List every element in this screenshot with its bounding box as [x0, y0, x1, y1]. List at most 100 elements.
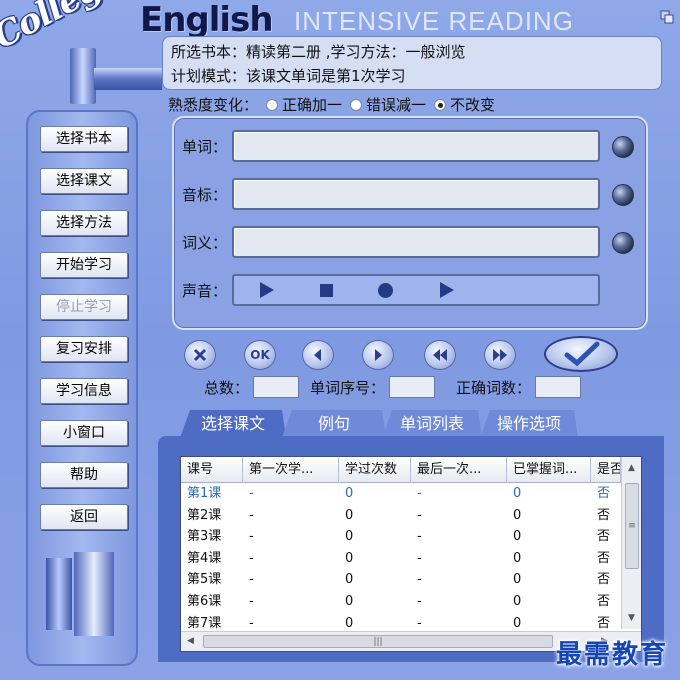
rewind-icon: [433, 349, 447, 361]
horizontal-scroll-thumb[interactable]: |||: [203, 635, 553, 648]
scroll-up-icon[interactable]: ▲: [628, 463, 635, 473]
english-logo: English: [140, 0, 274, 40]
table-cell: 0: [345, 529, 354, 545]
previous-button[interactable]: [302, 340, 334, 370]
phonetic-label: 音标：: [182, 186, 228, 204]
table-row[interactable]: 第3课 - 0 - 0 否: [181, 526, 621, 548]
radio-label-correct-plus-one: 正确加一: [282, 96, 343, 114]
table-row[interactable]: 第5课 - 0 - 0 否: [181, 569, 621, 591]
tab-select-lesson[interactable]: 选择课文: [180, 410, 286, 438]
word-index-value: [389, 376, 436, 398]
watermark-text: 最需教育: [556, 640, 669, 670]
table-cell: 0: [513, 529, 522, 545]
select-lesson-button[interactable]: 选择课文: [40, 168, 128, 194]
info-box: 所选书本：精读第二册 ,学习方法：一般浏览 计划模式：该课文单词是第1次学习: [162, 36, 662, 90]
table-cell: 否: [597, 572, 611, 588]
familiarity-radio-group: 熟悉度变化： 正确加一 错误减一 不改变: [168, 94, 495, 115]
meaning-field[interactable]: [232, 226, 600, 258]
column-header[interactable]: 第一次学...: [243, 457, 339, 483]
play-recording-icon[interactable]: [440, 282, 454, 298]
checkmark-icon: [564, 341, 600, 367]
close-icon: [193, 348, 207, 362]
word-index: 单词序号：: [310, 376, 436, 398]
table-cell: -: [417, 529, 422, 545]
scroll-left-icon[interactable]: ◀: [187, 636, 194, 646]
column-header[interactable]: 已掌握词...: [507, 457, 591, 483]
stop-learning-button[interactable]: 停止学习: [40, 294, 128, 320]
plan-mode-info: 计划模式：该课文单词是第1次学习: [171, 67, 406, 85]
table-row[interactable]: 第6课 - 0 - 0 否: [181, 591, 621, 613]
table-cell: 0: [345, 486, 354, 501]
vertical-scroll-thumb[interactable]: ≡: [625, 483, 639, 569]
meaning-label: 词义：: [182, 234, 228, 252]
stop-icon[interactable]: [320, 284, 333, 297]
mini-window-button[interactable]: 小窗口: [40, 420, 128, 446]
word-field[interactable]: [232, 130, 600, 162]
sidebar: 选择书本 选择课文 选择方法 开始学习 停止学习 复习安排 学习信息 小窗口 帮…: [26, 110, 138, 666]
app-subtitle: INTENSIVE READING: [294, 6, 574, 36]
start-learning-button[interactable]: 开始学习: [40, 252, 128, 278]
radio-label-no-change: 不改变: [450, 96, 496, 114]
table-cell: 第4课: [187, 550, 222, 566]
table-cell: -: [249, 507, 254, 523]
back-button[interactable]: 返回: [40, 504, 128, 530]
learning-info-button[interactable]: 学习信息: [40, 378, 128, 404]
column-header[interactable]: 最后一次...: [411, 457, 507, 483]
cancel-button[interactable]: [184, 340, 216, 370]
tab-example-sentences[interactable]: 例句: [282, 410, 386, 438]
chevron-right-icon: [375, 349, 382, 361]
restore-window-icon[interactable]: [660, 10, 674, 24]
phonetic-indicator-button[interactable]: [612, 184, 634, 206]
vertical-scrollbar[interactable]: ▲ ≡ ▼: [621, 457, 641, 629]
table-row[interactable]: 第2课 - 0 - 0 否: [181, 505, 621, 527]
total-value: [253, 376, 300, 398]
table-cell: -: [417, 572, 422, 588]
next-button[interactable]: [362, 340, 394, 370]
last-button[interactable]: [484, 340, 516, 370]
ok-button[interactable]: OK: [244, 340, 276, 370]
table-cell: 0: [513, 572, 522, 588]
table-cell: 0: [513, 550, 522, 566]
meaning-indicator-button[interactable]: [612, 232, 634, 254]
column-header[interactable]: 是否: [591, 457, 621, 483]
select-method-button[interactable]: 选择方法: [40, 210, 128, 236]
tab-operation-options[interactable]: 操作选项: [480, 410, 578, 438]
first-button[interactable]: [424, 340, 456, 370]
confirm-button[interactable]: [544, 336, 618, 372]
word-indicator-button[interactable]: [612, 136, 634, 158]
table-cell: -: [249, 486, 254, 501]
table-row[interactable]: 第4课 - 0 - 0 否: [181, 548, 621, 570]
table-cell: -: [417, 593, 422, 609]
familiarity-label: 熟悉度变化：: [168, 96, 259, 114]
tab-word-list[interactable]: 单词列表: [382, 410, 482, 438]
column-header[interactable]: 学过次数: [339, 457, 411, 483]
table-cell: 0: [513, 486, 522, 501]
radio-no-change[interactable]: [434, 98, 447, 111]
table-cell: 否: [597, 550, 611, 566]
table-cell: -: [249, 572, 254, 588]
help-button[interactable]: 帮助: [40, 462, 128, 488]
play-icon[interactable]: [260, 282, 274, 298]
table-cell: 0: [345, 593, 354, 609]
radio-correct-plus-one[interactable]: [266, 98, 279, 111]
table-cell: 第2课: [187, 507, 222, 523]
table-cell: 0: [345, 507, 354, 523]
tab-content-panel: 课号 第一次学... 学过次数 最后一次... 已掌握词... 是否 第1课 -…: [158, 436, 664, 662]
sound-label: 声音：: [182, 282, 228, 300]
table-cell: 0: [345, 550, 354, 566]
scroll-down-icon[interactable]: ▼: [628, 613, 635, 623]
table-row[interactable]: 第1课 - 0 - 0 否: [181, 483, 621, 505]
table-cell: -: [417, 486, 422, 501]
select-book-button[interactable]: 选择书本: [40, 126, 128, 152]
correct-count: 正确词数：: [456, 376, 582, 398]
word-panel: 单词： 音标： 词义： 声音：: [172, 116, 648, 330]
column-header[interactable]: 课号: [181, 457, 243, 483]
phonetic-field[interactable]: [232, 178, 600, 210]
radio-wrong-minus-one[interactable]: [350, 98, 363, 111]
table-cell: 第3课: [187, 529, 222, 545]
review-schedule-button[interactable]: 复习安排: [40, 336, 128, 362]
table-header: 课号 第一次学... 学过次数 最后一次... 已掌握词... 是否: [181, 457, 621, 483]
record-icon[interactable]: [378, 283, 393, 298]
ok-label: OK: [250, 348, 270, 362]
table-cell: 第5课: [187, 572, 222, 588]
